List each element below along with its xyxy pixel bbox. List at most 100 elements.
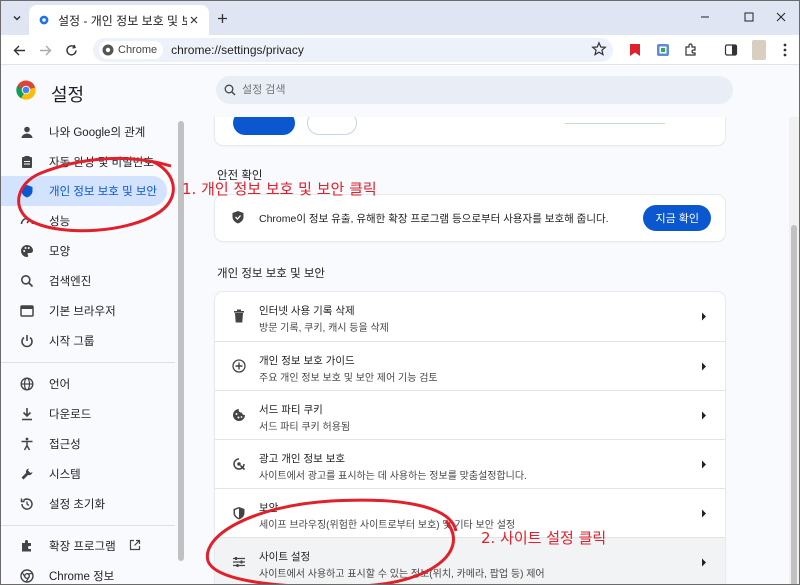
sidebar-item-label: 다운로드 [49,409,92,421]
close-window-button[interactable] [769,7,793,27]
top-card-illustration [565,123,665,124]
menu-kebab-icon[interactable] [775,40,795,60]
new-tab-button[interactable] [213,9,231,27]
close-icon[interactable] [187,13,201,27]
row-subtitle: 사이트에서 광고를 표시하는 데 사용하는 정보를 맞춤설정합니다. [259,471,527,482]
sidebar-item-label: 개인 정보 보호 및 보안 [49,186,157,198]
browser-window: 설정 - 개인 정보 보호 및 보안 [0,0,800,585]
row-subtitle: 주요 개인 정보 보호 및 보안 제어 기능 검토 [259,373,438,384]
top-card-button[interactable] [233,117,295,135]
extension-sheets-icon[interactable] [653,40,673,60]
reload-icon [65,44,77,56]
chrome-icon [102,44,114,56]
settings-header: 설정 [1,65,799,117]
sidebar-item-search-engine[interactable]: 검색엔진 [1,266,175,296]
bookmark-star-icon[interactable] [591,41,607,60]
chip-label: Chrome [118,44,158,56]
address-bar[interactable]: Chrome chrome://settings/privacy [93,38,613,62]
maximize-button[interactable] [737,7,761,27]
settings-main: 안전 확인 Chrome이 정보 유출, 유해한 확장 프로그램 등으로부터 사… [191,117,791,584]
check-now-button[interactable]: 지금 확인 [643,205,711,231]
sidebar-divider [1,525,175,526]
tab-search-button[interactable] [8,9,26,27]
settings-search[interactable] [216,76,733,104]
chevron-right-icon [699,556,709,568]
row-title: 개인 정보 보호 가이드 [259,355,355,367]
extensions-puzzle-icon[interactable] [681,40,701,60]
row-subtitle: 방문 기록, 쿠키, 캐시 등을 삭제 [259,323,389,334]
row-third-party-cookies[interactable]: 서드 파티 쿠키 서드 파티 쿠키 허용됨 [215,390,725,439]
sidebar-item-downloads[interactable]: 다운로드 [1,399,175,429]
safety-check-title: 안전 확인 [217,170,263,182]
sidebar-item-label: 확장 프로그램 [49,541,116,553]
sidebar-item-label: 기본 브라우저 [49,306,116,318]
row-ad-privacy[interactable]: 광고 개인 정보 보호 사이트에서 광고를 표시하는 데 사용하는 정보를 맞춤… [215,439,725,488]
chevron-right-icon [699,310,709,322]
minimize-button[interactable] [693,7,717,27]
chevron-right-icon [699,360,709,372]
row-title: 보안 [259,502,279,514]
sidebar-item-label: 시스템 [49,469,81,481]
url-text: chrome://settings/privacy [171,43,304,57]
sidebar-scrollbar[interactable] [178,121,184,561]
top-card [215,117,725,145]
settings-sidebar: 나와 Google의 관계 자동 완성 및 비밀번호 개인 정보 보호 및 보안… [1,117,175,584]
back-button[interactable] [9,40,29,60]
sidebar-item-label: 접근성 [49,439,81,451]
sliders-icon [231,554,247,570]
settings-gear-icon [39,15,49,25]
close-icon [776,12,786,22]
plus-icon [217,13,227,23]
chrome-icon [19,568,35,584]
sidebar-item-about-chrome[interactable]: Chrome 정보 [1,561,175,584]
minimize-icon [701,16,709,18]
reload-button[interactable] [61,40,81,60]
sidebar-item-label: 모양 [49,246,71,258]
cookie-icon [231,407,247,423]
chevron-right-icon [699,458,709,470]
chrome-logo-icon [16,80,36,100]
site-info-chip[interactable]: Chrome [99,41,164,59]
trash-icon [231,308,247,324]
speedometer-icon [19,213,35,229]
row-title: 사이트 설정 [259,551,311,563]
search-input[interactable] [242,84,682,96]
profile-avatar[interactable] [749,40,769,60]
main-scrollbar-thumb[interactable] [791,225,797,584]
row-clear-browsing-data[interactable]: 인터넷 사용 기록 삭제 방문 기록, 쿠키, 캐시 등을 삭제 [215,292,725,341]
sidebar-item-privacy[interactable]: 개인 정보 보호 및 보안 [1,176,167,206]
accessibility-icon [19,436,35,452]
ad-privacy-icon [231,456,247,472]
sidebar-item-on-startup[interactable]: 시작 그룹 [1,326,175,356]
side-panel-icon[interactable] [721,40,741,60]
forward-button[interactable] [35,40,55,60]
row-privacy-guide[interactable]: 개인 정보 보호 가이드 주요 개인 정보 보호 및 보안 제어 기능 검토 [215,341,725,390]
row-security[interactable]: 보안 세이프 브라우징(위험한 사이트로부터 보호) 및 기타 보안 설정 [215,488,725,537]
sidebar-item-default-browser[interactable]: 기본 브라우저 [1,296,175,326]
sidebar-item-appearance[interactable]: 모양 [1,236,175,266]
maximize-icon [744,12,754,22]
sidebar-item-extensions[interactable]: 확장 프로그램 [1,531,175,561]
sidebar-item-performance[interactable]: 성능 [1,206,175,236]
sidebar-item-label: 자동 완성 및 비밀번호 [49,157,154,169]
chevron-down-icon [13,15,21,21]
tab-settings[interactable]: 설정 - 개인 정보 보호 및 보안 [29,5,209,35]
sidebar-item-reset[interactable]: 설정 초기화 [1,489,175,519]
extension-red-icon[interactable] [625,40,645,60]
top-card-secondary-button[interactable] [307,117,357,135]
globe-icon [19,376,35,392]
row-subtitle: 서드 파티 쿠키 허용됨 [259,422,351,433]
wrench-icon [19,466,35,482]
sidebar-item-you-and-google[interactable]: 나와 Google의 관계 [1,117,175,147]
chevron-right-icon [699,409,709,421]
sidebar-item-label: 성능 [49,216,71,228]
row-subtitle: 세이프 브라우징(위험한 사이트로부터 보호) 및 기타 보안 설정 [259,520,516,531]
chevron-right-icon [699,507,709,519]
sidebar-item-languages[interactable]: 언어 [1,369,175,399]
sidebar-item-accessibility[interactable]: 접근성 [1,429,175,459]
history-icon [19,496,35,512]
row-site-settings[interactable]: 사이트 설정 사이트에서 사용하고 표시할 수 있는 정보(위치, 카메라, 팝… [215,537,725,584]
row-title: 광고 개인 정보 보호 [259,453,346,465]
sidebar-item-system[interactable]: 시스템 [1,459,175,489]
sidebar-item-autofill[interactable]: 자동 완성 및 비밀번호 [1,147,175,177]
